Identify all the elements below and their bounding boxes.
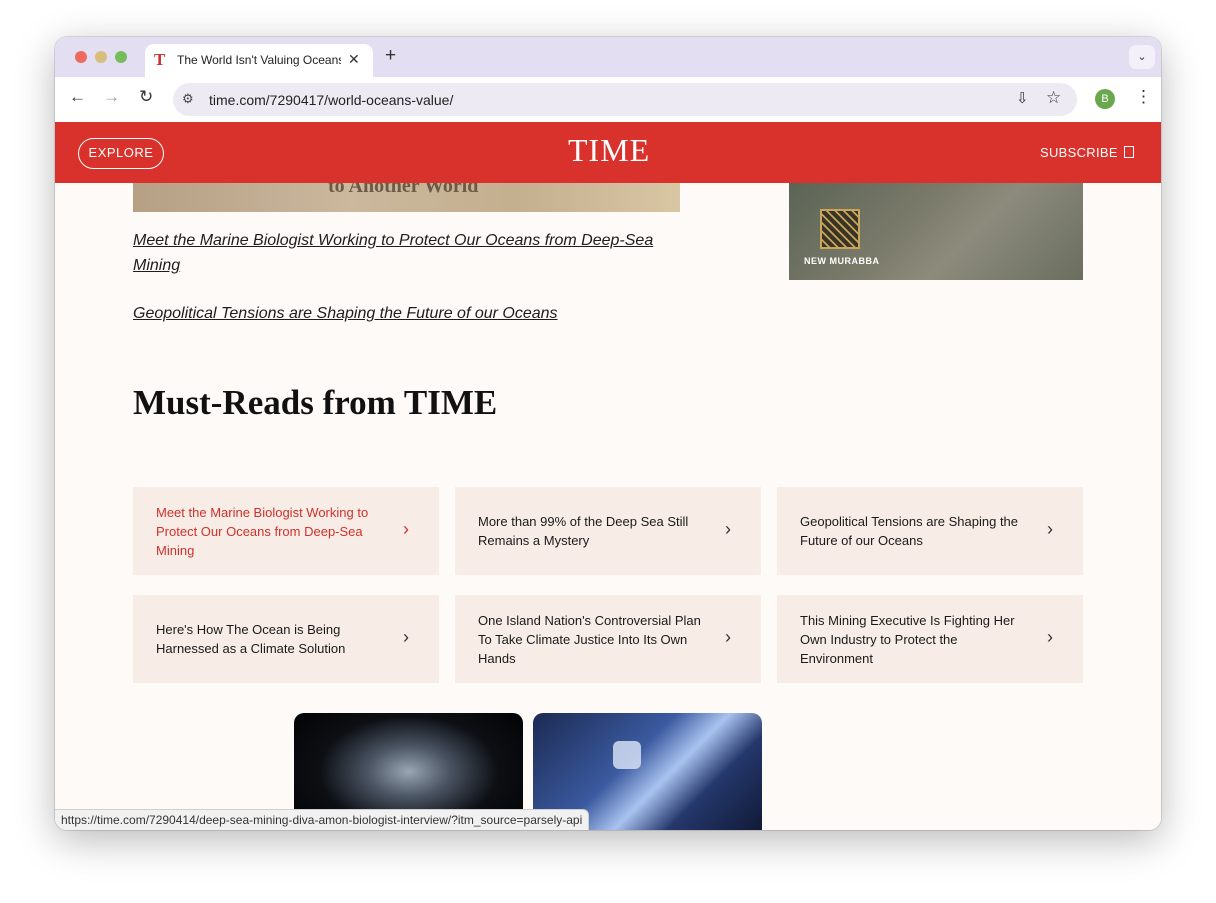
related-link[interactable]: Meet the Marine Biologist Working to Pro… [133,228,693,278]
new-tab-button[interactable]: + [385,45,396,67]
browser-toolbar: ← → ↻ ⚙ time.com/7290417/world-oceans-va… [55,77,1161,122]
article-image-left[interactable]: to Another World [133,183,680,212]
site-settings-icon[interactable]: ⚙ [182,91,194,107]
address-bar[interactable]: ⚙ time.com/7290417/world-oceans-value/ ⇩… [173,83,1077,116]
tab-search-chevron-icon[interactable]: ⌄ [1129,45,1155,69]
card-title: Here's How The Ocean is Being Harnessed … [156,622,346,656]
site-header: EXPLORE TIME SUBSCRIBE [55,122,1161,183]
image-caption-text: to Another World [328,183,479,197]
time-logo[interactable]: TIME [568,132,650,169]
must-read-card[interactable]: Meet the Marine Biologist Working to Pro… [133,487,439,575]
ad-label: NEW MURABBA [804,256,880,266]
card-title: Meet the Marine Biologist Working to Pro… [156,504,369,558]
chevron-right-icon: › [1047,519,1053,539]
chevron-right-icon: › [403,519,409,539]
must-read-card[interactable]: One Island Nation's Controversial Plan T… [455,595,761,683]
must-read-card[interactable]: Here's How The Ocean is Being Harnessed … [133,595,439,683]
card-title: One Island Nation's Controversial Plan T… [478,612,701,666]
url-text[interactable]: time.com/7290417/world-oceans-value/ [209,92,453,108]
browser-menu-icon[interactable]: ⋮ [1135,87,1152,107]
must-reads-title: Must-Reads from TIME [133,383,498,422]
install-app-icon[interactable]: ⇩ [1016,89,1029,107]
magazine-icon[interactable] [1124,146,1134,158]
card-title: More than 99% of the Deep Sea Still Rema… [478,514,689,548]
maximize-window-button[interactable] [115,51,127,63]
forward-icon[interactable]: → [103,87,120,107]
back-icon[interactable]: ← [69,87,86,107]
must-read-card[interactable]: Geopolitical Tensions are Shaping the Fu… [777,487,1083,575]
must-read-card[interactable]: This Mining Executive Is Fighting Her Ow… [777,595,1083,683]
time-favicon-icon: T [154,50,166,69]
tab-bar: T The World Isn't Valuing Oceans ✕ + ⌄ [55,37,1161,77]
related-link[interactable]: Geopolitical Tensions are Shaping the Fu… [133,301,693,326]
explore-button[interactable]: EXPLORE [78,138,164,169]
profile-avatar[interactable]: B [1095,89,1115,109]
status-bar-url: https://time.com/7290414/deep-sea-mining… [55,809,590,830]
chevron-right-icon: › [725,627,731,647]
active-tab[interactable]: T The World Isn't Valuing Oceans ✕ [145,44,373,77]
tab-title: The World Isn't Valuing Oceans [177,53,341,67]
murabba-logo-icon [820,209,860,249]
chevron-right-icon: › [725,519,731,539]
card-title: This Mining Executive Is Fighting Her Ow… [800,612,1015,666]
close-window-button[interactable] [75,51,87,63]
subscribe-link[interactable]: SUBSCRIBE [1040,145,1118,160]
browser-window: T The World Isn't Valuing Oceans ✕ + ⌄ ←… [55,37,1161,830]
minimize-window-button[interactable] [95,51,107,63]
must-read-card[interactable]: More than 99% of the Deep Sea Still Rema… [455,487,761,575]
close-tab-icon[interactable]: ✕ [348,51,360,68]
bookmark-star-icon[interactable]: ☆ [1046,88,1061,108]
chip-graphic [613,741,641,769]
page-content: to Another World NEW MURABBA Meet the Ma… [55,183,1161,830]
chevron-right-icon: › [1047,627,1053,647]
chevron-right-icon: › [403,627,409,647]
card-title: Geopolitical Tensions are Shaping the Fu… [800,514,1019,548]
advertisement-image[interactable]: NEW MURABBA [789,183,1083,280]
reload-icon[interactable]: ↻ [139,87,153,107]
